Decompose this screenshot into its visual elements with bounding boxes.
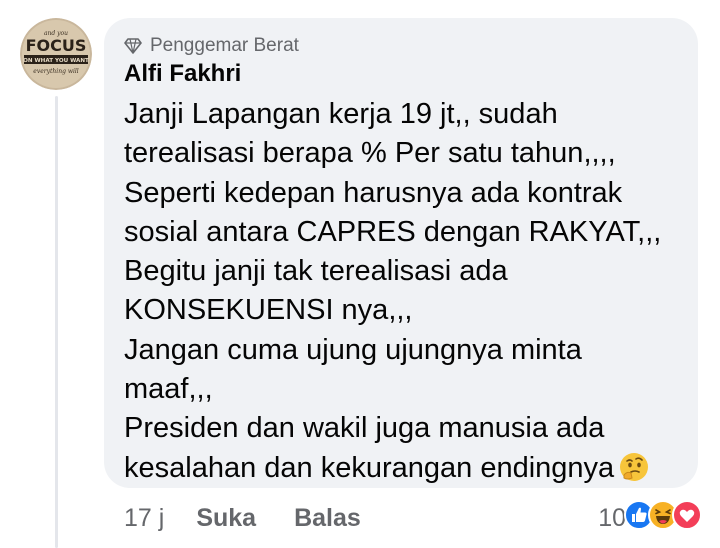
comment-line: Janji Lapangan kerja 19 jt,, sudah [124, 98, 558, 130]
comment-text: Janji Lapangan kerja 19 jt,, sudah terea… [124, 95, 694, 494]
fan-badge[interactable]: Penggemar Berat [124, 34, 299, 58]
comment-line: Begitu janji tak terealisasi ada [124, 255, 508, 288]
comment-line: Seperti kedepan harusnya ada kontrak [124, 176, 623, 209]
comment-line: Presiden dan wakil juga manusia ada [124, 412, 605, 445]
reaction-summary[interactable]: 10 [598, 499, 702, 537]
avatar[interactable]: and you FOCUS ON WHAT YOU WANT everythin… [20, 18, 92, 90]
reply-button[interactable]: Balas [294, 504, 361, 533]
avatar-text-bottom: everything will [33, 68, 79, 75]
comment-line: maaf,,, [124, 373, 213, 406]
thinking-face-icon [618, 451, 650, 494]
author-name[interactable]: Alfi Fakhri [124, 60, 241, 88]
comment-timestamp[interactable]: 17 j [124, 504, 164, 533]
like-button[interactable]: Suka [196, 504, 256, 533]
comment-actions: 17 j Suka Balas [124, 500, 399, 536]
comment-last-line: kesalahan dan kekurangan endingnya [124, 449, 694, 494]
diamond-icon [124, 38, 142, 54]
avatar-text-want: ON WHAT YOU WANT [23, 58, 89, 64]
avatar-image: and you FOCUS ON WHAT YOU WANT everythin… [20, 18, 92, 90]
love-reaction-icon [672, 499, 702, 537]
reaction-count: 10 [598, 503, 626, 532]
comment-line: sosial antara CAPRES dengan RAKYAT,,, [124, 215, 662, 248]
thread-line [55, 96, 58, 548]
comment-line: terealisasi berapa % Per satu tahun,,,, [124, 137, 616, 170]
badge-label: Penggemar Berat [150, 35, 299, 56]
comment-line: Jangan cuma ujung ujungnya minta [124, 333, 582, 366]
comment-line: KONSEKUENSI nya,,, [124, 294, 413, 327]
avatar-text-focus: FOCUS [26, 36, 87, 55]
comment-line-text: kesalahan dan kekurangan endingnya [124, 451, 615, 484]
